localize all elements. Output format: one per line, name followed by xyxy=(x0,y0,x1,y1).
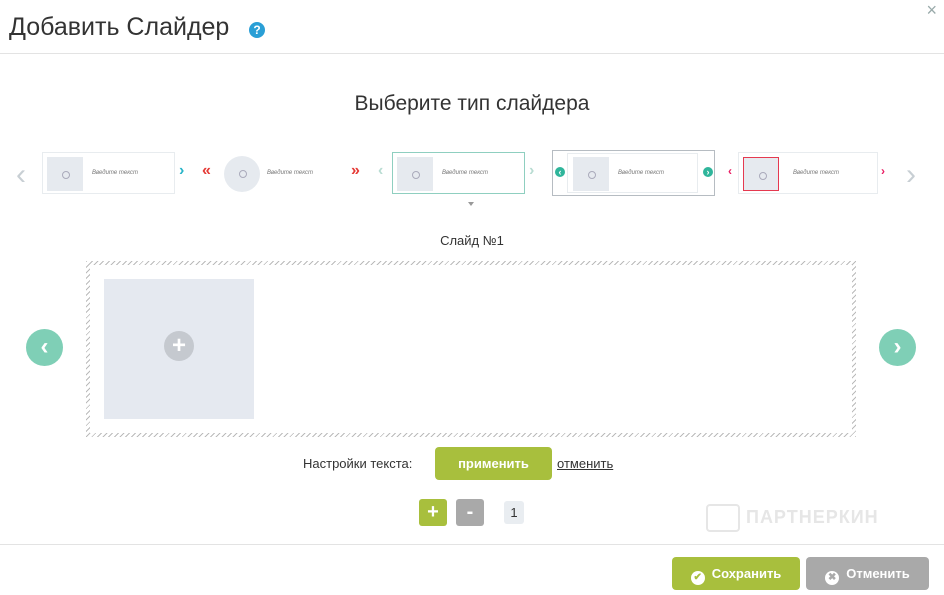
slider-type-4[interactable]: Введите текст ‹ › xyxy=(552,150,715,196)
slider-type-picker: ‹ Введите текст › « Введите текст » ‹ Вв… xyxy=(0,150,944,200)
slide-editor: + xyxy=(86,261,856,437)
plus-icon: + xyxy=(164,331,194,361)
text-settings-label: Настройки текста: xyxy=(303,456,413,471)
close-icon[interactable]: × xyxy=(926,0,937,21)
double-chevron-right-icon: » xyxy=(351,162,360,179)
slide-number-button[interactable]: 1 xyxy=(504,501,524,524)
help-icon[interactable]: ? xyxy=(249,22,265,38)
type-preview-text: Введите текст xyxy=(793,170,840,176)
save-button-label: Сохранить xyxy=(711,566,782,581)
logo-icon xyxy=(706,504,740,532)
chevron-left-circle-icon: ‹ xyxy=(555,167,565,177)
save-button[interactable]: ✔ Сохранить xyxy=(672,557,800,590)
chevron-right-icon: › xyxy=(179,162,185,179)
chevron-left-icon: ‹ xyxy=(728,164,732,178)
watermark-text: ПАРТНЕРКИН xyxy=(746,506,879,527)
slider-type-3[interactable]: ‹ Введите текст › xyxy=(378,152,540,194)
add-slide-button[interactable]: + xyxy=(419,499,447,526)
type-preview-text: Введите текст xyxy=(267,170,314,176)
add-image-slot[interactable]: + xyxy=(104,279,254,419)
chevron-right-icon[interactable]: › xyxy=(906,158,916,192)
selected-type-caret-icon xyxy=(468,202,474,206)
slider-type-5[interactable]: ‹ Введите текст › xyxy=(726,152,891,194)
image-placeholder-icon xyxy=(573,157,609,191)
type-preview-text: Введите текст xyxy=(92,170,139,176)
image-placeholder-icon xyxy=(743,157,779,191)
dialog-footer: ✔ Сохранить ✖ Отменить xyxy=(0,544,944,595)
image-placeholder-icon xyxy=(47,157,83,191)
double-chevron-left-icon: « xyxy=(202,162,211,179)
slide-prev-button[interactable]: ‹ xyxy=(26,329,63,366)
chevron-right-icon: › xyxy=(529,162,535,179)
slider-type-2[interactable]: « Введите текст » xyxy=(202,152,367,194)
close-circle-icon: ✖ xyxy=(825,571,840,585)
cancel-button-label: Отменить xyxy=(846,566,910,581)
watermark: ПАРТНЕРКИН xyxy=(706,504,879,532)
dialog-header: Добавить Слайдер ? × xyxy=(0,0,944,54)
slider-type-1[interactable]: Введите текст › xyxy=(42,152,192,194)
apply-button[interactable]: применить xyxy=(435,447,552,480)
chevron-left-icon[interactable]: ‹ xyxy=(16,158,26,192)
chevron-right-circle-icon: › xyxy=(703,167,713,177)
cancel-link[interactable]: отменить xyxy=(557,456,613,471)
image-placeholder-icon xyxy=(397,157,433,191)
dialog-title: Добавить Слайдер xyxy=(9,13,230,41)
slide-label: Слайд №1 xyxy=(440,233,504,248)
check-circle-icon: ✔ xyxy=(690,571,705,585)
slide-canvas: + xyxy=(90,265,852,433)
image-placeholder-icon xyxy=(224,156,260,192)
type-preview-text: Введите текст xyxy=(618,170,665,176)
cancel-button[interactable]: ✖ Отменить xyxy=(806,557,929,590)
chevron-right-icon: › xyxy=(881,164,885,178)
chevron-left-icon: ‹ xyxy=(378,162,384,179)
slide-next-button[interactable]: › xyxy=(879,329,916,366)
slider-type-heading: Выберите тип слайдера xyxy=(354,92,590,115)
remove-slide-button[interactable]: - xyxy=(456,499,484,526)
type-preview-text: Введите текст xyxy=(442,170,489,176)
